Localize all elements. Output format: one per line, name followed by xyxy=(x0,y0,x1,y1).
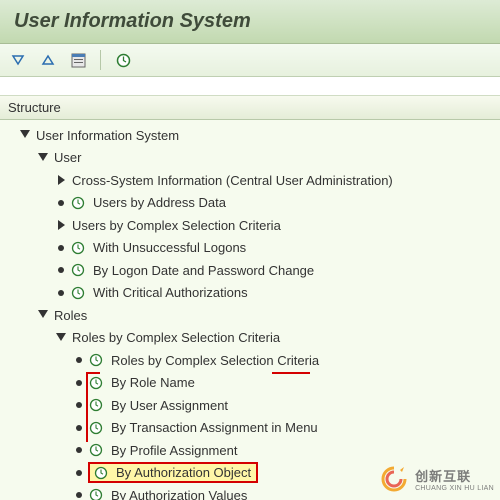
node-label: By Role Name xyxy=(109,374,197,391)
expander-icon[interactable] xyxy=(36,308,50,322)
structure-header: Structure xyxy=(0,95,500,120)
tree-node[interactable]: With Critical Authorizations xyxy=(0,282,500,305)
leaf-bullet-icon xyxy=(58,290,64,296)
leaf-bullet-icon xyxy=(76,402,82,408)
tree-node[interactable]: With Unsuccessful Logons xyxy=(0,237,500,260)
expander-collapsed-icon[interactable] xyxy=(54,218,68,232)
tree-node-root[interactable]: User Information System xyxy=(0,124,500,147)
leaf-bullet-icon xyxy=(58,200,64,206)
tree-node[interactable]: Cross-System Information (Central User A… xyxy=(0,169,500,192)
leaf-bullet-icon xyxy=(76,470,82,476)
node-label: By User Assignment xyxy=(109,397,230,414)
tree-node[interactable]: Users by Complex Selection Criteria xyxy=(0,214,500,237)
tree-node-user[interactable]: User xyxy=(0,147,500,170)
toolbar-separator xyxy=(100,50,101,70)
page-title: User Information System xyxy=(14,10,486,33)
leaf-bullet-icon xyxy=(76,492,82,498)
tree-node[interactable]: By Profile Assignment xyxy=(0,439,500,462)
node-label: By Transaction Assignment in Menu xyxy=(109,419,320,436)
tree-node[interactable]: By Transaction Assignment in Menu xyxy=(0,417,500,440)
clock-icon[interactable] xyxy=(88,443,103,458)
node-label: By Profile Assignment xyxy=(109,442,239,459)
tree-view: User Information System User Cross-Syste… xyxy=(0,120,500,500)
tree-node[interactable]: By Logon Date and Password Change xyxy=(0,259,500,282)
node-label: Users by Address Data xyxy=(91,194,228,211)
clock-icon[interactable] xyxy=(88,488,103,500)
expander-icon[interactable] xyxy=(54,331,68,345)
node-label: Roles by Complex Selection Criteria xyxy=(109,352,321,369)
clock-icon[interactable] xyxy=(88,375,103,390)
clock-icon[interactable] xyxy=(88,420,103,435)
collapse-all-icon[interactable] xyxy=(40,52,56,68)
expander-icon[interactable] xyxy=(36,151,50,165)
node-label: With Unsuccessful Logons xyxy=(91,239,248,256)
leaf-bullet-icon xyxy=(76,425,82,431)
clock-icon[interactable] xyxy=(70,285,85,300)
clock-icon[interactable] xyxy=(88,353,103,368)
execute-icon[interactable] xyxy=(115,52,131,68)
tree-node[interactable]: Roles by Complex Selection Criteria xyxy=(0,327,500,350)
watermark-logo-icon xyxy=(379,464,409,494)
watermark: 创新互联 CHUANG XIN HU LIAN xyxy=(379,464,494,494)
node-label: By Logon Date and Password Change xyxy=(91,262,316,279)
tree-node[interactable]: By Role Name xyxy=(0,372,500,395)
leaf-bullet-icon xyxy=(76,357,82,363)
tree-node[interactable]: Roles by Complex Selection Criteria xyxy=(0,349,500,372)
node-label: By Authorization Values xyxy=(109,487,249,500)
clock-icon[interactable] xyxy=(70,263,85,278)
node-label: Roles by Complex Selection Criteria xyxy=(70,329,282,346)
expander-collapsed-icon[interactable] xyxy=(54,173,68,187)
watermark-subtext: CHUANG XIN HU LIAN xyxy=(415,485,494,492)
node-label: Cross-System Information (Central User A… xyxy=(70,172,395,189)
node-label: With Critical Authorizations xyxy=(91,284,250,301)
node-label: User xyxy=(52,149,83,166)
watermark-text: 创新互联 xyxy=(415,466,494,485)
leaf-bullet-icon xyxy=(58,267,64,273)
leaf-bullet-icon xyxy=(76,447,82,453)
clock-icon[interactable] xyxy=(93,465,108,480)
node-label: Users by Complex Selection Criteria xyxy=(70,217,283,234)
node-label: Roles xyxy=(52,307,89,324)
clock-icon[interactable] xyxy=(88,398,103,413)
layout-icon[interactable] xyxy=(70,52,86,68)
expand-all-icon[interactable] xyxy=(10,52,26,68)
tree-node-roles[interactable]: Roles xyxy=(0,304,500,327)
expander-icon[interactable] xyxy=(18,128,32,142)
toolbar xyxy=(0,44,500,77)
node-label: By Authorization Object xyxy=(114,464,253,481)
clock-icon[interactable] xyxy=(70,240,85,255)
tree-node[interactable]: By User Assignment xyxy=(0,394,500,417)
node-label: User Information System xyxy=(34,127,181,144)
tree-node[interactable]: Users by Address Data xyxy=(0,192,500,215)
leaf-bullet-icon xyxy=(76,380,82,386)
clock-icon[interactable] xyxy=(70,195,85,210)
title-bar: User Information System xyxy=(0,0,500,44)
leaf-bullet-icon xyxy=(58,245,64,251)
